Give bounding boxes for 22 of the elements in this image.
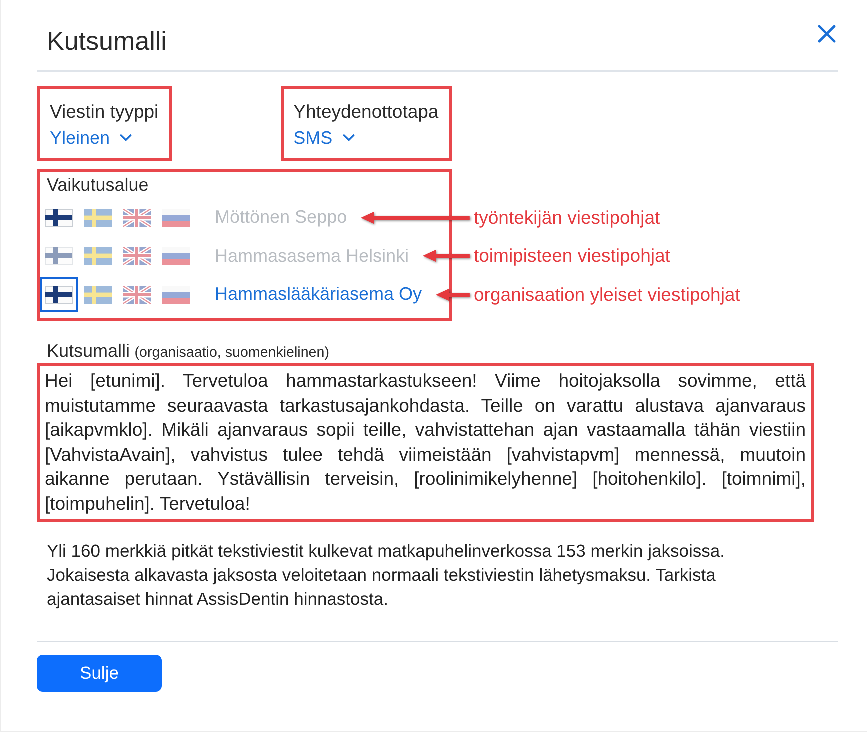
field-label: Vaikutusalue — [46, 174, 150, 196]
field-label: Yhteydenottotapa — [294, 100, 439, 124]
section-note: (organisaatio, suomenkielinen) — [134, 345, 330, 361]
chevron-down-icon — [120, 134, 132, 142]
close-icon — [818, 25, 836, 43]
close-dialog-button[interactable]: Sulje — [37, 655, 162, 692]
annotation-label: organisaation yleiset viestipohjat — [474, 282, 740, 307]
dialog-title: Kutsumalli — [47, 27, 167, 56]
field-label: Viestin tyyppi — [50, 100, 159, 124]
message-type-dropdown[interactable]: Yleinen — [50, 125, 132, 151]
chevron-down-icon — [342, 134, 355, 142]
annotation-arrow — [423, 249, 470, 264]
annotation-arrow — [436, 288, 470, 302]
annotation-label: työntekijän viestipohjat — [474, 206, 660, 230]
contact-method-dropdown[interactable]: SMS — [294, 125, 355, 151]
section-label: Kutsumalli — [47, 341, 130, 361]
scope-option[interactable]: Hammaslääkäriasema Oy — [215, 281, 422, 308]
language-button[interactable] — [40, 277, 78, 312]
template-text: Hei [etunimi]. Tervetuloa hammastarkastukseen! Viime hoitojaksolla sovimme, että muistutamme seuraavasta tarkastusajankohdasta. Teille on varattu alustava ajanvaraus [aikapvmklo]. Mikäli ajanvaraus sopii teille, vahvistattehan ajan vastaamalla tähän viestiin [VahvistaAvain], vahvistus tulee tehdä viimeistään [vahvistapvm] mennessä, muutoin aikanne perutaan. Ystävällisin terveisin, [roolinimikelyhenne] [hoitohenkilo]. [toimnimi], [toimpuhelin]. Tervetuloa! — [44, 369, 807, 516]
info-text: Yli 160 merkkiä pitkät tekstiviestit kulkevat matkapuhelinverkossa 153 merkin jaksoissa. Jokaisesta alkavasta jaksosta veloitetaan normaali tekstiviestin lähetysmaksu. Tarkista ajantasaiset hinnat AssisDentin hinnastosta. — [47, 540, 726, 611]
close-button[interactable] — [818, 25, 836, 43]
annotation-label: toimipisteen viestipohjat — [474, 244, 670, 268]
